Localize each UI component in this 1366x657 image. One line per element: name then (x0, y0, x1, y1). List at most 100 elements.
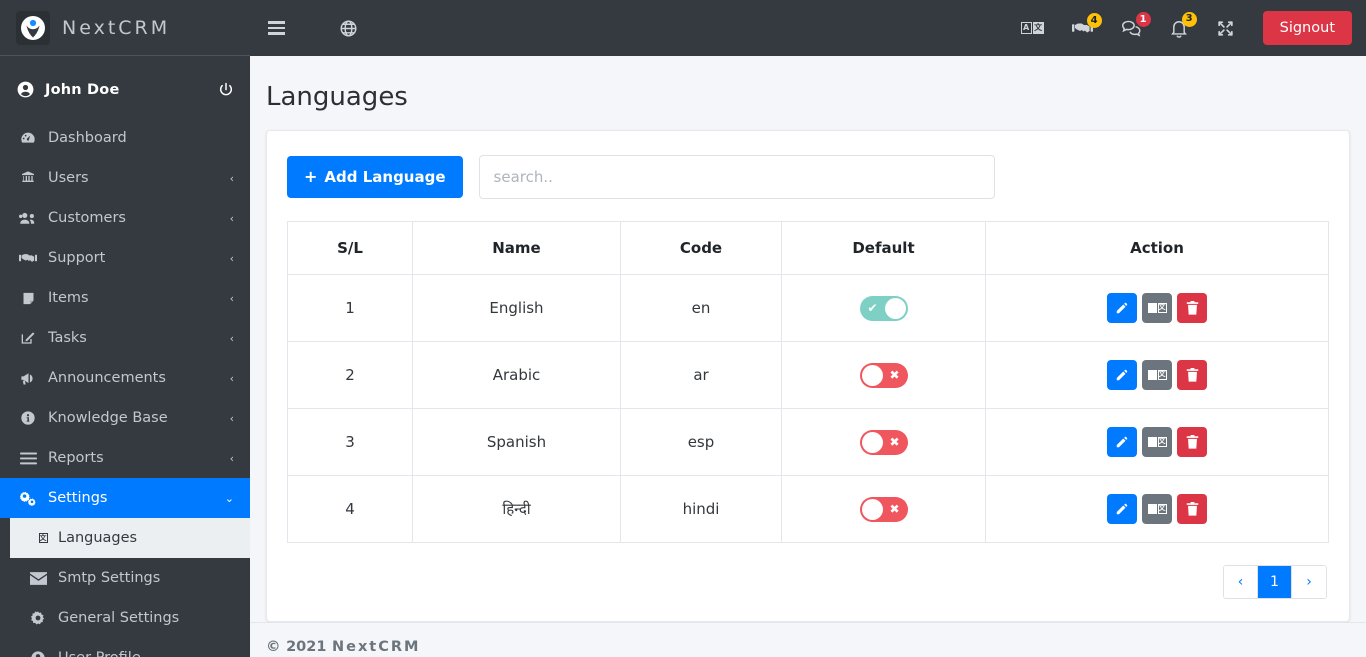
languages-card: + Add Language S/L Name Code Default Act… (266, 130, 1350, 622)
default-toggle-off[interactable]: ✖ (859, 429, 908, 455)
delete-button[interactable] (1177, 360, 1207, 390)
sidebar-item-reports[interactable]: Reports ‹ (0, 438, 250, 478)
cell-default: ✖ (781, 475, 986, 543)
cross-icon: ✖ (889, 368, 900, 382)
bars-icon (16, 452, 40, 465)
column-header-code: Code (620, 221, 782, 275)
footer-copyright-symbol: © (266, 639, 281, 655)
delete-button[interactable] (1177, 427, 1207, 457)
footer: © 2021 NextCRM (250, 622, 1366, 657)
translate-button[interactable]: A文 (1142, 494, 1172, 524)
handshake-icon[interactable]: 4 (1058, 13, 1107, 42)
hamburger-menu-icon[interactable] (268, 15, 299, 41)
check-icon: ✔ (867, 301, 878, 315)
toggle-knob (861, 498, 883, 520)
language-icon: A文 (28, 533, 48, 543)
power-off-icon[interactable] (218, 82, 234, 98)
navbar-left-group (268, 13, 372, 44)
handshake-icon (16, 251, 40, 265)
cell-code: esp (620, 408, 782, 476)
edit-button[interactable] (1107, 360, 1137, 390)
bullhorn-icon (16, 371, 40, 386)
translate-button[interactable]: A文 (1142, 293, 1172, 323)
signout-button[interactable]: Signout (1262, 11, 1352, 45)
languages-table: S/L Name Code Default Action 1 English e… (287, 221, 1329, 543)
sidebar-item-users[interactable]: Users ‹ (0, 158, 250, 198)
sidebar-item-smtp-settings[interactable]: Smtp Settings (10, 558, 250, 598)
pagination-prev[interactable]: ‹ (1224, 566, 1258, 598)
sidebar-subitem-label: User Profile (58, 650, 234, 657)
cell-action: A文 (985, 475, 1329, 543)
translate-button[interactable]: A文 (1142, 427, 1172, 457)
toggle-knob (861, 431, 883, 453)
default-toggle-on[interactable]: ✔ (859, 295, 908, 321)
delete-button[interactable] (1177, 293, 1207, 323)
cell-default: ✖ (781, 341, 986, 409)
edit-button[interactable] (1107, 293, 1137, 323)
column-header-action: Action (985, 221, 1329, 275)
column-header-default: Default (781, 221, 986, 275)
edit-square-icon (16, 330, 40, 346)
sidebar-item-support[interactable]: Support ‹ (0, 238, 250, 278)
users-cog-icon (16, 170, 40, 186)
column-header-name: Name (412, 221, 621, 275)
cell-action: A文 (985, 274, 1329, 342)
sidebar: NextCRM John Doe Dashboard Users ‹ Custo… (0, 0, 250, 657)
sidebar-item-dashboard[interactable]: Dashboard (0, 118, 250, 158)
sidebar-nav: Dashboard Users ‹ Customers ‹ Support ‹ (0, 116, 250, 657)
sidebar-item-label: Tasks (48, 330, 87, 346)
sticky-note-icon (16, 291, 40, 306)
comments-icon[interactable]: 1 (1107, 12, 1156, 43)
sidebar-subitem-label: Smtp Settings (58, 570, 161, 586)
sidebar-item-knowledge-base[interactable]: Knowledge Base ‹ (0, 398, 250, 438)
sidebar-subitem-label: Languages (58, 530, 138, 546)
cross-icon: ✖ (889, 502, 900, 516)
sidebar-item-customers[interactable]: Customers ‹ (0, 198, 250, 238)
delete-button[interactable] (1177, 494, 1207, 524)
sidebar-item-user-profile[interactable]: User Profile (10, 638, 250, 657)
chevron-left-icon: ‹ (229, 171, 234, 185)
sidebar-settings-submenu: A文 Languages Smtp Settings General Setti… (0, 518, 250, 657)
default-toggle-off[interactable]: ✖ (859, 496, 908, 522)
sidebar-item-general-settings[interactable]: General Settings (10, 598, 250, 638)
main-content: Languages + Add Language S/L Name Code (250, 56, 1366, 657)
cell-sl: 3 (287, 408, 413, 476)
row-actions: A文 (992, 494, 1322, 524)
pagination-next[interactable]: › (1292, 566, 1326, 598)
cell-name: English (412, 274, 621, 342)
search-input[interactable] (478, 155, 995, 199)
bell-icon[interactable]: 3 (1156, 11, 1202, 44)
comments-badge: 1 (1135, 12, 1151, 27)
cell-action: A文 (985, 408, 1329, 476)
cell-name: हिन्दी (412, 475, 621, 543)
default-toggle-off[interactable]: ✖ (859, 362, 908, 388)
sidebar-item-languages[interactable]: A文 Languages (10, 518, 250, 558)
table-row: 2 Arabic ar ✖ A 文 (287, 341, 1329, 409)
table-row: 4 हिन्दी hindi ✖ A 文 (287, 475, 1329, 543)
translate-button[interactable]: A文 (1142, 360, 1172, 390)
pagination-page-1[interactable]: 1 (1258, 566, 1292, 598)
edit-button[interactable] (1107, 494, 1137, 524)
table-header-row: S/L Name Code Default Action (287, 221, 1329, 275)
add-language-button[interactable]: + Add Language (287, 156, 463, 198)
globe-icon[interactable] (325, 13, 372, 44)
edit-button[interactable] (1107, 427, 1137, 457)
sidebar-item-label: Settings (48, 490, 108, 506)
sidebar-item-label: Items (48, 290, 89, 306)
table-body: 1 English en ✔ A 文 2 Arabic ar ✖ A 文 3 S… (287, 274, 1329, 543)
cell-default: ✖ (781, 408, 986, 476)
chevron-left-icon: ‹ (229, 451, 234, 465)
add-language-label: Add Language (324, 168, 446, 186)
sidebar-item-announcements[interactable]: Announcements ‹ (0, 358, 250, 398)
brand-header[interactable]: NextCRM (0, 0, 250, 56)
expand-arrows-icon[interactable] (1202, 13, 1249, 44)
language-translate-icon[interactable]: A文 (1007, 16, 1058, 40)
card-toolbar: + Add Language (287, 155, 1329, 199)
sidebar-user-panel[interactable]: John Doe (0, 64, 250, 116)
sidebar-item-settings[interactable]: Settings ⌄ (0, 478, 250, 518)
sidebar-item-label: Announcements (48, 370, 166, 386)
sidebar-item-tasks[interactable]: Tasks ‹ (0, 318, 250, 358)
sidebar-item-label: Customers (48, 210, 126, 226)
sidebar-item-items[interactable]: Items ‹ (0, 278, 250, 318)
cross-icon: ✖ (889, 435, 900, 449)
